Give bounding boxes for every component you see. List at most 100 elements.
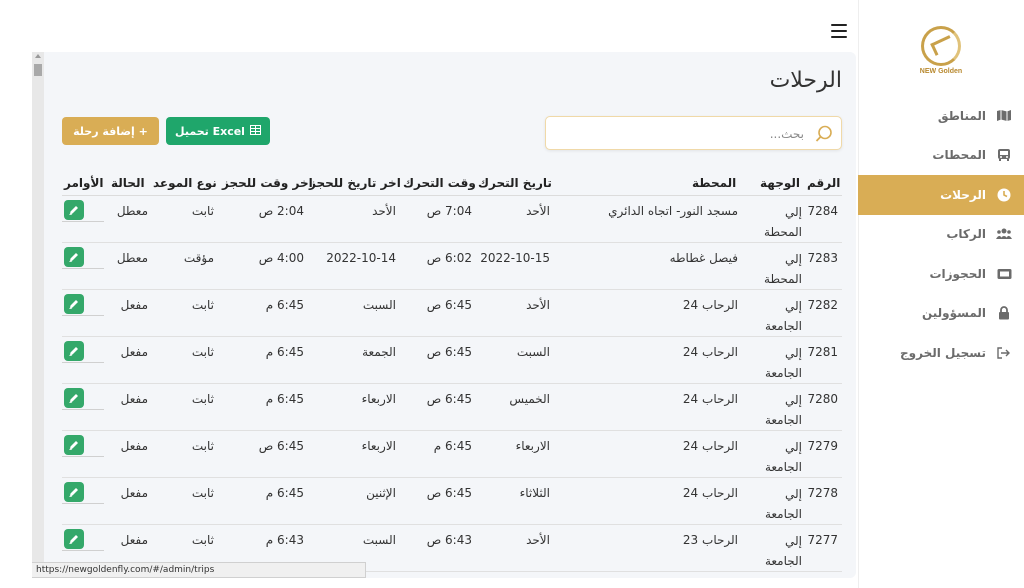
- cell-last-book-time: 6:45 ص: [258, 439, 304, 453]
- edit-trip-button[interactable]: [64, 200, 84, 220]
- edit-trip-button[interactable]: [64, 341, 84, 361]
- pencil-icon: [69, 488, 78, 497]
- cell-id: 7280: [807, 392, 838, 406]
- cell-schedule-type: ثابت: [191, 204, 214, 218]
- sidebar-item-admins[interactable]: المسؤولين: [858, 294, 1024, 334]
- sidebar-item-logout[interactable]: تسجيل الخروج: [858, 333, 1024, 373]
- cell-move-time: 6:45 ص: [426, 486, 472, 500]
- cell-destination: إلي الجامعة: [764, 393, 802, 427]
- column-header-status: الحالة: [111, 176, 145, 190]
- brand-name: NEW Golden: [919, 68, 963, 75]
- action-divider: [62, 268, 104, 269]
- pencil-icon: [69, 253, 78, 262]
- edit-trip-button[interactable]: [64, 247, 84, 267]
- cell-destination: إلي المحطة: [764, 205, 802, 239]
- lock-icon: [996, 306, 1012, 320]
- edit-trip-button[interactable]: [64, 294, 84, 314]
- cell-id: 7277: [807, 533, 838, 547]
- edit-trip-button[interactable]: [64, 529, 84, 549]
- excel-button-label: تحميل Excel: [175, 124, 245, 138]
- menu-bar: [831, 30, 847, 32]
- column-header-actions: الأوامر: [64, 176, 104, 190]
- cell-id: 7283: [807, 251, 838, 265]
- scrollbar-thumb[interactable]: [34, 64, 42, 76]
- table-icon: [249, 124, 261, 138]
- cell-schedule-type: ثابت: [191, 439, 214, 453]
- cell-last-book-date: السبت: [362, 298, 396, 312]
- cell-destination: إلي المحطة: [764, 252, 802, 286]
- users-icon: [996, 227, 1012, 241]
- pencil-icon: [69, 206, 78, 215]
- cell-move-date: الأحد: [526, 204, 550, 218]
- cell-station: الرحاب 24: [682, 439, 738, 453]
- menu-toggle-icon[interactable]: [831, 24, 847, 38]
- search-box: [545, 116, 842, 150]
- cell-move-date: السبت: [516, 345, 550, 359]
- sidebar-item-passengers[interactable]: الركاب: [858, 215, 1024, 255]
- cell-station: الرحاب 24: [682, 392, 738, 406]
- cell-schedule-type: ثابت: [191, 298, 214, 312]
- cell-status: مفعل: [120, 298, 148, 312]
- sidebar-item-regions[interactable]: المناطق: [858, 96, 1024, 136]
- search-icon[interactable]: [815, 125, 832, 142]
- cell-status: مفعل: [120, 486, 148, 500]
- cell-last-book-date: السبت: [362, 533, 396, 547]
- cell-move-date: الأحد: [526, 298, 550, 312]
- cell-schedule-type: ثابت: [191, 486, 214, 500]
- scroll-up-icon[interactable]: [35, 54, 41, 58]
- cell-destination: إلي الجامعة: [764, 346, 802, 380]
- cell-move-time: 6:45 ص: [426, 392, 472, 406]
- sidebar-item-label: الرحلات: [940, 187, 986, 202]
- column-header-last-book-time: اخر وقت للحجز: [222, 176, 313, 190]
- cell-move-date: الأحد: [526, 533, 550, 547]
- cell-move-date: الاربعاء: [515, 439, 550, 453]
- cell-destination: إلي الجامعة: [764, 440, 802, 474]
- sidebar-item-trips[interactable]: الرحلات: [858, 175, 1024, 215]
- brand-logo[interactable]: NEW Golden: [918, 26, 964, 84]
- sidebar-item-label: المناطق: [937, 108, 986, 123]
- column-header-station: المحطة: [692, 176, 737, 190]
- edit-trip-button[interactable]: [64, 388, 84, 408]
- scrollbar[interactable]: [32, 52, 44, 578]
- table-row: 7280 إلي الجامعة الرحاب 24 الخميس 6:45 ص الار…: [62, 384, 842, 431]
- action-divider: [62, 221, 104, 222]
- table-row: 7284 إلي المحطة مسجد النور- اتجاه الدائري ا…: [62, 196, 842, 243]
- table-row: 7281 إلي الجامعة الرحاب 24 السبت 6:45 ص الجمع…: [62, 337, 842, 384]
- column-header-move-time: وقت التحرك: [403, 176, 476, 190]
- pencil-icon: [69, 535, 78, 544]
- cell-last-book-time: 6:45 م: [265, 298, 304, 312]
- cell-schedule-type: ثابت: [191, 533, 214, 547]
- cell-move-time: 6:45 م: [433, 439, 472, 453]
- cell-station: فيصل غطاطه: [669, 251, 738, 265]
- cell-id: 7282: [807, 298, 838, 312]
- action-divider: [62, 550, 104, 551]
- table-row: 7282 إلي الجامعة الرحاب 24 الأحد 6:45 ص السبت…: [62, 290, 842, 337]
- pencil-icon: [69, 441, 78, 450]
- add-trip-button[interactable]: إضافة رحلة +: [62, 117, 159, 145]
- sidebar-item-bookings[interactable]: الحجوزات: [858, 254, 1024, 294]
- edit-trip-button[interactable]: [64, 482, 84, 502]
- cell-station: الرحاب 24: [682, 486, 738, 500]
- cell-status: مفعل: [120, 533, 148, 547]
- status-url: https://newgoldenfly.com/#/admin/trips: [32, 562, 366, 578]
- cell-id: 7279: [807, 439, 838, 453]
- cell-move-date: الثلاثاء: [519, 486, 550, 500]
- cell-status: مفعل: [120, 439, 148, 453]
- menu-bar: [831, 36, 847, 38]
- cell-station: مسجد النور- اتجاه الدائري: [608, 204, 738, 218]
- action-divider: [62, 362, 104, 363]
- sidebar-nav: المناطق المحطات الرحلات الركاب الحجوزات …: [858, 96, 1024, 373]
- cell-move-time: 6:45 ص: [426, 345, 472, 359]
- cell-last-book-date: الإثنين: [366, 486, 396, 500]
- cell-last-book-time: 4:00 ص: [258, 251, 304, 265]
- cell-move-time: 6:02 ص: [426, 251, 472, 265]
- column-header-last-book-date: اخر تاريخ للحجز: [309, 176, 401, 190]
- cell-station: الرحاب 23: [682, 533, 738, 547]
- sidebar-item-stations[interactable]: المحطات: [858, 136, 1024, 176]
- cell-station: الرحاب 24: [682, 345, 738, 359]
- table-row: 7279 إلي الجامعة الرحاب 24 الاربعاء 6:45 م ال…: [62, 431, 842, 478]
- search-input[interactable]: [554, 123, 804, 145]
- map-icon: [996, 109, 1012, 123]
- download-excel-button[interactable]: تحميل Excel: [166, 117, 270, 145]
- edit-trip-button[interactable]: [64, 435, 84, 455]
